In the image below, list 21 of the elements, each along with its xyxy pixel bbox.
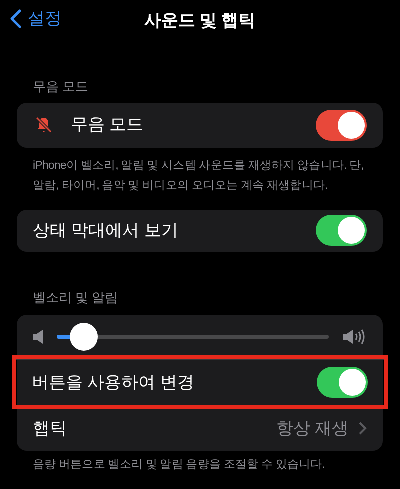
footnote-text: iPhone이 벨소리, 알림 및 시스템 사운드를 재생하지 않습니다. 단, 알람, 타이머, 음악 및 비디오의 오디오는 계속 재생합니다. (33, 158, 365, 194)
window-title: 사운드 및 햅틱 (144, 10, 256, 32)
toggle-switch[interactable] (316, 110, 367, 140)
volume-slider[interactable] (57, 323, 329, 351)
row-label: 무음 모드 (71, 114, 144, 136)
speaker-loud-icon (343, 329, 367, 345)
footnote-text: 음량 버튼으로 벨소리 및 알림 음량을 조절할 수 있습니다. (33, 458, 325, 473)
toggle-switch[interactable] (317, 367, 368, 398)
row-label: 버튼을 사용하여 변경 (32, 372, 194, 394)
chevron-icon (359, 422, 367, 435)
speaker-low-icon (33, 330, 43, 344)
section-header: 무음 모드 (33, 78, 89, 96)
toggle-switch[interactable] (316, 215, 367, 246)
back-button[interactable]: 설정 (6, 6, 66, 32)
back-chevron-icon (10, 8, 22, 29)
row-value: 항상 재생 (276, 418, 349, 440)
section-header: 벨소리 및 알림 (33, 288, 118, 306)
row-label: 햅틱 (33, 418, 67, 440)
muted-bell-icon (35, 116, 53, 134)
row-label: 상태 막대에서 보기 (33, 220, 178, 242)
slider-thumb[interactable] (70, 323, 98, 351)
